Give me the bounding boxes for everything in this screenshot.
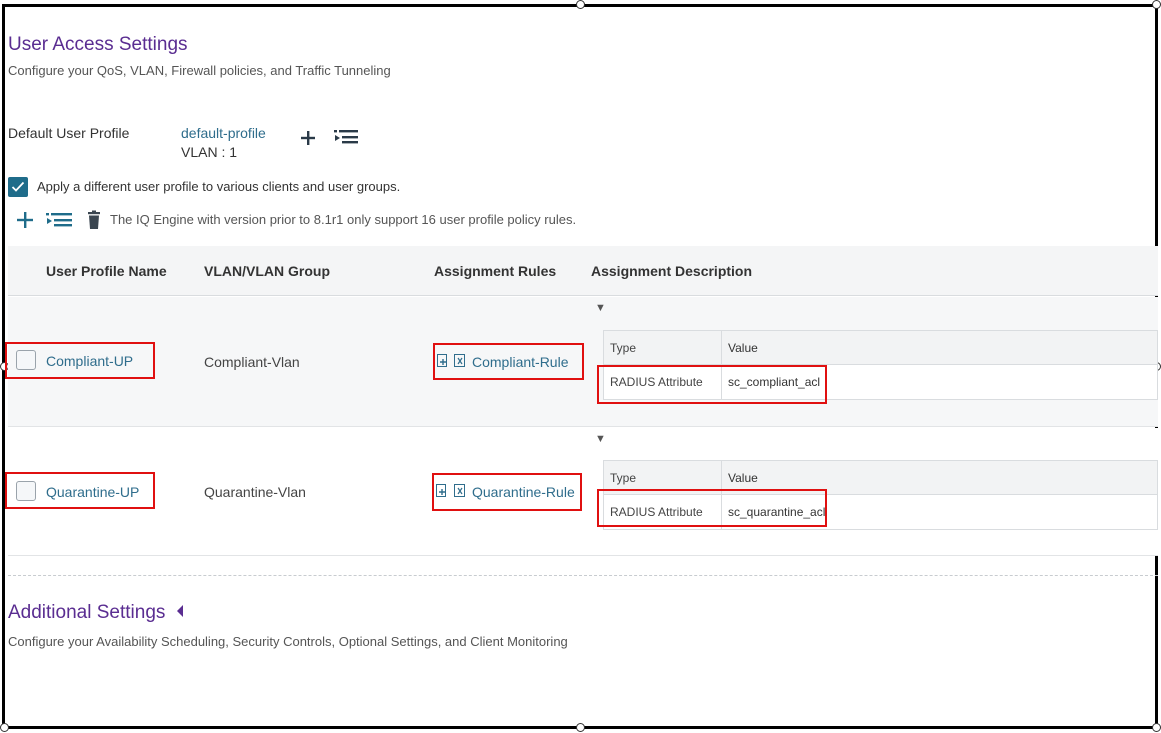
default-profile-vlan: VLAN : 1 [181,144,238,160]
select-profile-button[interactable] [334,127,360,147]
delete-rule-button[interactable] [86,210,102,230]
vlan-value: Quarantine-Vlan [204,484,306,500]
column-header-assignment-rules[interactable]: Assignment Rules [434,263,556,279]
vlan-value: Compliant-Vlan [204,354,300,370]
highlight-box [5,342,155,379]
column-header-vlan[interactable]: VLAN/VLAN Group [204,263,330,279]
table-row: ▼ Quarantine-UP Quarantine-Vlan Quaranti… [8,428,1158,556]
rule-limit-notice: The IQ Engine with version prior to 8.1r… [110,212,577,227]
caret-left-icon [176,605,183,617]
resize-handle-bottom [576,723,585,732]
description-type-header: Type [604,331,722,364]
highlight-box [597,489,827,527]
checkmark-icon [11,181,25,192]
column-header-profile-name[interactable]: User Profile Name [46,263,167,279]
list-assign-icon [46,213,72,227]
description-value-header: Value [728,341,758,355]
plus-icon [301,131,315,145]
apply-profile-checkbox[interactable] [8,177,28,197]
page-subtitle: Configure your QoS, VLAN, Firewall polic… [8,63,391,78]
additional-settings-label: Additional Settings [8,602,166,623]
apply-profile-label: Apply a different user profile to variou… [37,179,401,194]
add-rule-button[interactable] [13,208,37,232]
caret-down-icon[interactable]: ▼ [595,302,606,314]
trash-icon [88,210,100,229]
resize-handle-bottom-left [0,723,9,732]
highlight-box [597,365,827,404]
add-profile-button[interactable] [296,126,320,150]
list-assign-icon [334,130,358,144]
default-profile-link[interactable]: default-profile [181,125,266,141]
resize-handle-bottom-right [1152,723,1161,732]
page-title: User Access Settings [8,34,188,55]
highlight-box [432,473,582,511]
default-profile-label: Default User Profile [8,125,130,141]
plus-icon [17,212,33,228]
additional-settings-subtitle: Configure your Availability Scheduling, … [8,634,568,649]
resize-handle-top-right [1152,0,1161,9]
section-divider [8,575,1158,576]
description-header-row: Type Value [604,331,1157,365]
table-header: User Profile Name VLAN/VLAN Group Assign… [8,246,1158,296]
highlight-box [433,343,584,380]
highlight-box [5,472,155,509]
column-header-assignment-description[interactable]: Assignment Description [591,263,752,279]
resize-handle-top [576,0,585,9]
assign-rule-button[interactable] [46,210,74,230]
caret-down-icon[interactable]: ▼ [595,433,606,445]
additional-settings-title[interactable]: Additional Settings [8,602,185,624]
